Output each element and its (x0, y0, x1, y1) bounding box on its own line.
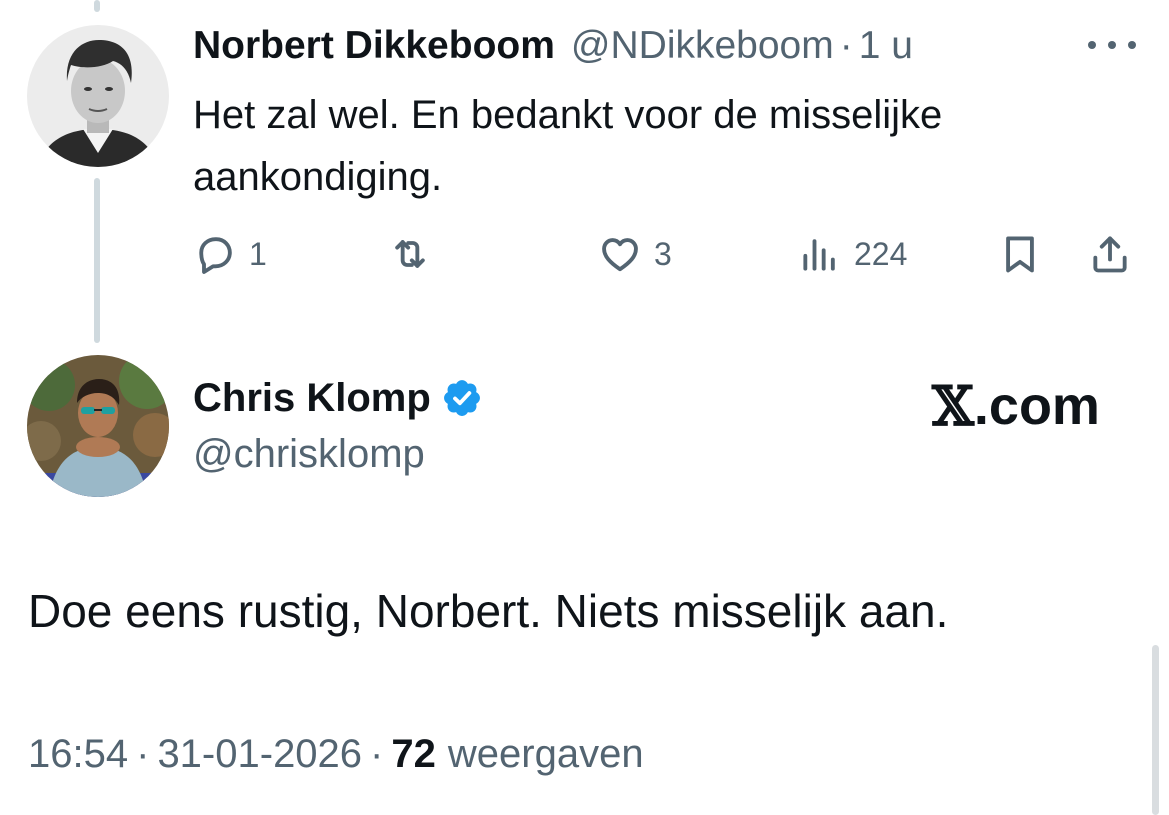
tweet-meta: 16:54 · 31-01-2026 · 72 weergaven (28, 726, 644, 782)
heart-icon (598, 232, 642, 276)
reply-header: Norbert Dikkeboom @NDikkeboom · 1 u (193, 20, 913, 72)
more-icon[interactable] (1085, 30, 1139, 60)
views-button[interactable]: 224 (798, 228, 907, 280)
like-count: 3 (654, 235, 672, 272)
main-author-row: Chris Klomp (193, 372, 483, 424)
reply-timestamp[interactable]: 1 u (859, 24, 913, 68)
bookmark-button[interactable] (998, 228, 1042, 280)
brand-domain: .com (973, 376, 1100, 436)
main-author-handle[interactable]: @chrisklomp (193, 432, 425, 477)
tweet-date[interactable]: 31-01-2026 (157, 732, 362, 777)
share-button[interactable] (1088, 228, 1132, 280)
views-icon (798, 232, 842, 276)
x-logo: 𝕏 (932, 374, 974, 438)
verified-badge-icon[interactable] (441, 377, 483, 419)
tweet-view-count: 72 (391, 731, 436, 776)
thread-line (94, 0, 100, 12)
retweet-button[interactable] (388, 228, 444, 280)
reply-author-handle[interactable]: @NDikkeboom (571, 24, 834, 68)
main-author-name[interactable]: Chris Klomp (193, 376, 431, 421)
brand-watermark: 𝕏 .com (932, 372, 1100, 440)
reply-button[interactable]: 1 (193, 228, 267, 280)
separator-dot: · (839, 24, 853, 67)
scrollbar[interactable] (1152, 645, 1159, 815)
bookmark-icon (998, 232, 1042, 276)
tweet-view-label: weergaven (447, 731, 644, 776)
retweet-icon (388, 232, 432, 276)
main-tweet-text: Doe eens rustig, Norbert. Niets misselij… (28, 585, 949, 637)
views-count: 224 (854, 235, 908, 272)
separator-dot: · (136, 731, 150, 776)
share-icon (1088, 232, 1132, 276)
reply-count: 1 (249, 235, 267, 272)
separator-dot: · (370, 731, 384, 776)
reply-text: Het zal wel. En bedankt voor de misselij… (193, 93, 943, 199)
reply-icon (193, 232, 237, 276)
thread-line (94, 178, 100, 343)
avatar-norbert[interactable] (27, 25, 169, 167)
reply-author-name[interactable]: Norbert Dikkeboom (193, 24, 555, 68)
avatar-chris[interactable] (27, 355, 169, 497)
like-button[interactable]: 3 (598, 228, 672, 280)
tweet-time[interactable]: 16:54 (28, 732, 128, 777)
